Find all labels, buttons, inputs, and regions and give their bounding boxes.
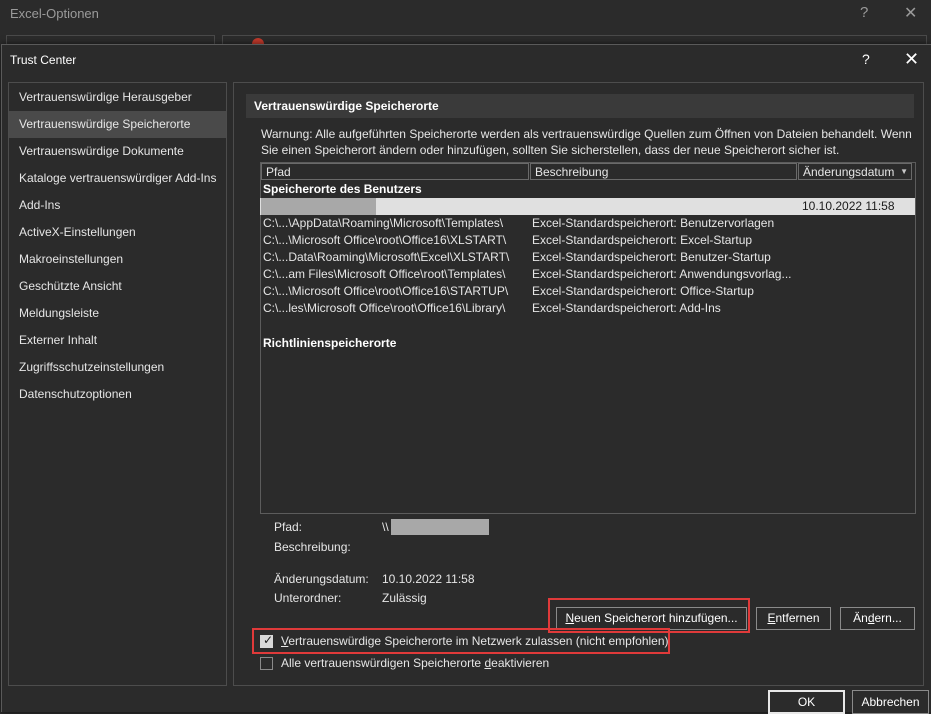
column-header-date-label: Änderungsdatum bbox=[803, 165, 895, 179]
disable-all-checkbox[interactable] bbox=[260, 657, 273, 670]
sidebar-item-privacy[interactable]: Datenschutzoptionen bbox=[9, 381, 226, 408]
checkmark-icon: ✓ bbox=[263, 633, 274, 647]
modify-button[interactable]: Ändern... bbox=[840, 607, 915, 630]
selected-row-date: 10.10.2022 11:58 bbox=[802, 199, 895, 213]
row-path[interactable]: C:\...am Files\Microsoft Office\root\Tem… bbox=[263, 266, 506, 283]
ok-button[interactable]: OK bbox=[768, 690, 845, 714]
detail-date-label: Änderungsdatum: bbox=[274, 572, 369, 586]
row-description[interactable]: Excel-Standardspeicherort: Office-Startu… bbox=[532, 283, 754, 300]
detail-subfolders-value: Zulässig bbox=[382, 591, 427, 605]
sidebar-item-trusted-addin-catalogs[interactable]: Kataloge vertrauenswürdiger Add-Ins bbox=[9, 165, 226, 192]
row-description[interactable]: Excel-Standardspeicherort: Benutzervorla… bbox=[532, 215, 774, 232]
detail-date-value: 10.10.2022 11:58 bbox=[382, 572, 475, 586]
section-title: Vertrauenswürdige Speicherorte bbox=[246, 94, 914, 118]
group-label-user: Speicherorte des Benutzers bbox=[263, 182, 422, 196]
sidebar-item-addins[interactable]: Add-Ins bbox=[9, 192, 226, 219]
parent-help-icon[interactable]: ? bbox=[860, 4, 868, 21]
row-description[interactable]: Excel-Standardspeicherort: Excel-Startup bbox=[532, 232, 752, 249]
sort-arrow-icon: ▼ bbox=[900, 167, 908, 176]
detail-subfolders-label: Unterordner: bbox=[274, 591, 342, 605]
dialog-title: Trust Center bbox=[10, 53, 77, 67]
warning-line-1: Warnung: Alle aufgeführten Speicherorte … bbox=[261, 127, 912, 141]
row-description[interactable]: Excel-Standardspeicherort: Benutzer-Star… bbox=[532, 249, 771, 266]
warning-text: Warnung: Alle aufgeführten Speicherorte … bbox=[261, 126, 917, 158]
sidebar-item-protected-view[interactable]: Geschützte Ansicht bbox=[9, 273, 226, 300]
allow-network-checkbox[interactable]: ✓ bbox=[260, 633, 274, 648]
sidebar-item-trusted-documents[interactable]: Vertrauenswürdige Dokumente bbox=[9, 138, 226, 165]
sidebar-item-message-bar[interactable]: Meldungsleiste bbox=[9, 300, 226, 327]
sidebar-item-external-content[interactable]: Externer Inhalt bbox=[9, 327, 226, 354]
column-header-path[interactable]: Pfad bbox=[261, 163, 529, 180]
sidebar: Vertrauenswürdige Herausgeber Vertrauens… bbox=[8, 82, 227, 686]
help-icon[interactable]: ? bbox=[862, 51, 870, 67]
detail-path-value: \\ bbox=[382, 520, 389, 534]
allow-network-label[interactable]: Vertrauenswürdige Speicherorte im Netzwe… bbox=[281, 634, 669, 648]
close-icon[interactable]: ✕ bbox=[904, 49, 919, 70]
row-path[interactable]: C:\...\Microsoft Office\root\Office16\ST… bbox=[263, 283, 508, 300]
sidebar-item-trusted-locations[interactable]: Vertrauenswürdige Speicherorte bbox=[9, 111, 226, 138]
row-path[interactable]: C:\...\AppData\Roaming\Microsoft\Templat… bbox=[263, 215, 503, 232]
row-path[interactable]: C:\...les\Microsoft Office\root\Office16… bbox=[263, 300, 505, 317]
parent-close-icon[interactable]: ✕ bbox=[904, 3, 917, 23]
sidebar-item-file-block[interactable]: Zugriffsschutzeinstellungen bbox=[9, 354, 226, 381]
row-description[interactable]: Excel-Standardspeicherort: Anwendungsvor… bbox=[532, 266, 791, 283]
column-header-description[interactable]: Beschreibung bbox=[530, 163, 797, 180]
row-path[interactable]: C:\...\Microsoft Office\root\Office16\XL… bbox=[263, 232, 506, 249]
detail-description-label: Beschreibung: bbox=[274, 540, 351, 554]
row-path[interactable]: C:\...Data\Roaming\Microsoft\Excel\XLSTA… bbox=[263, 249, 509, 266]
group-label-policy: Richtlinienspeicherorte bbox=[263, 336, 397, 350]
detail-path-label: Pfad: bbox=[274, 520, 303, 534]
sidebar-item-macros[interactable]: Makroeinstellungen bbox=[9, 246, 226, 273]
cancel-button[interactable]: Abbrechen bbox=[852, 690, 929, 714]
column-header-date[interactable]: Änderungsdatum ▼ bbox=[798, 163, 912, 180]
sidebar-item-trusted-publishers[interactable]: Vertrauenswürdige Herausgeber bbox=[9, 84, 226, 111]
row-description[interactable]: Excel-Standardspeicherort: Add-Ins bbox=[532, 300, 721, 317]
remove-button[interactable]: Entfernen bbox=[756, 607, 831, 630]
parent-titlebar bbox=[0, 0, 931, 28]
disable-all-label[interactable]: Alle vertrauenswürdigen Speicherorte dea… bbox=[281, 656, 549, 670]
warning-line-2: Sie einen Speicherort ändern oder hinzuf… bbox=[261, 143, 840, 157]
parent-window-title: Excel-Optionen bbox=[10, 6, 99, 21]
redacted-path bbox=[261, 198, 376, 215]
redacted-detail-path bbox=[391, 519, 489, 535]
add-location-button[interactable]: Neuen Speicherort hinzufügen... bbox=[556, 607, 747, 630]
sidebar-item-activex[interactable]: ActiveX-Einstellungen bbox=[9, 219, 226, 246]
